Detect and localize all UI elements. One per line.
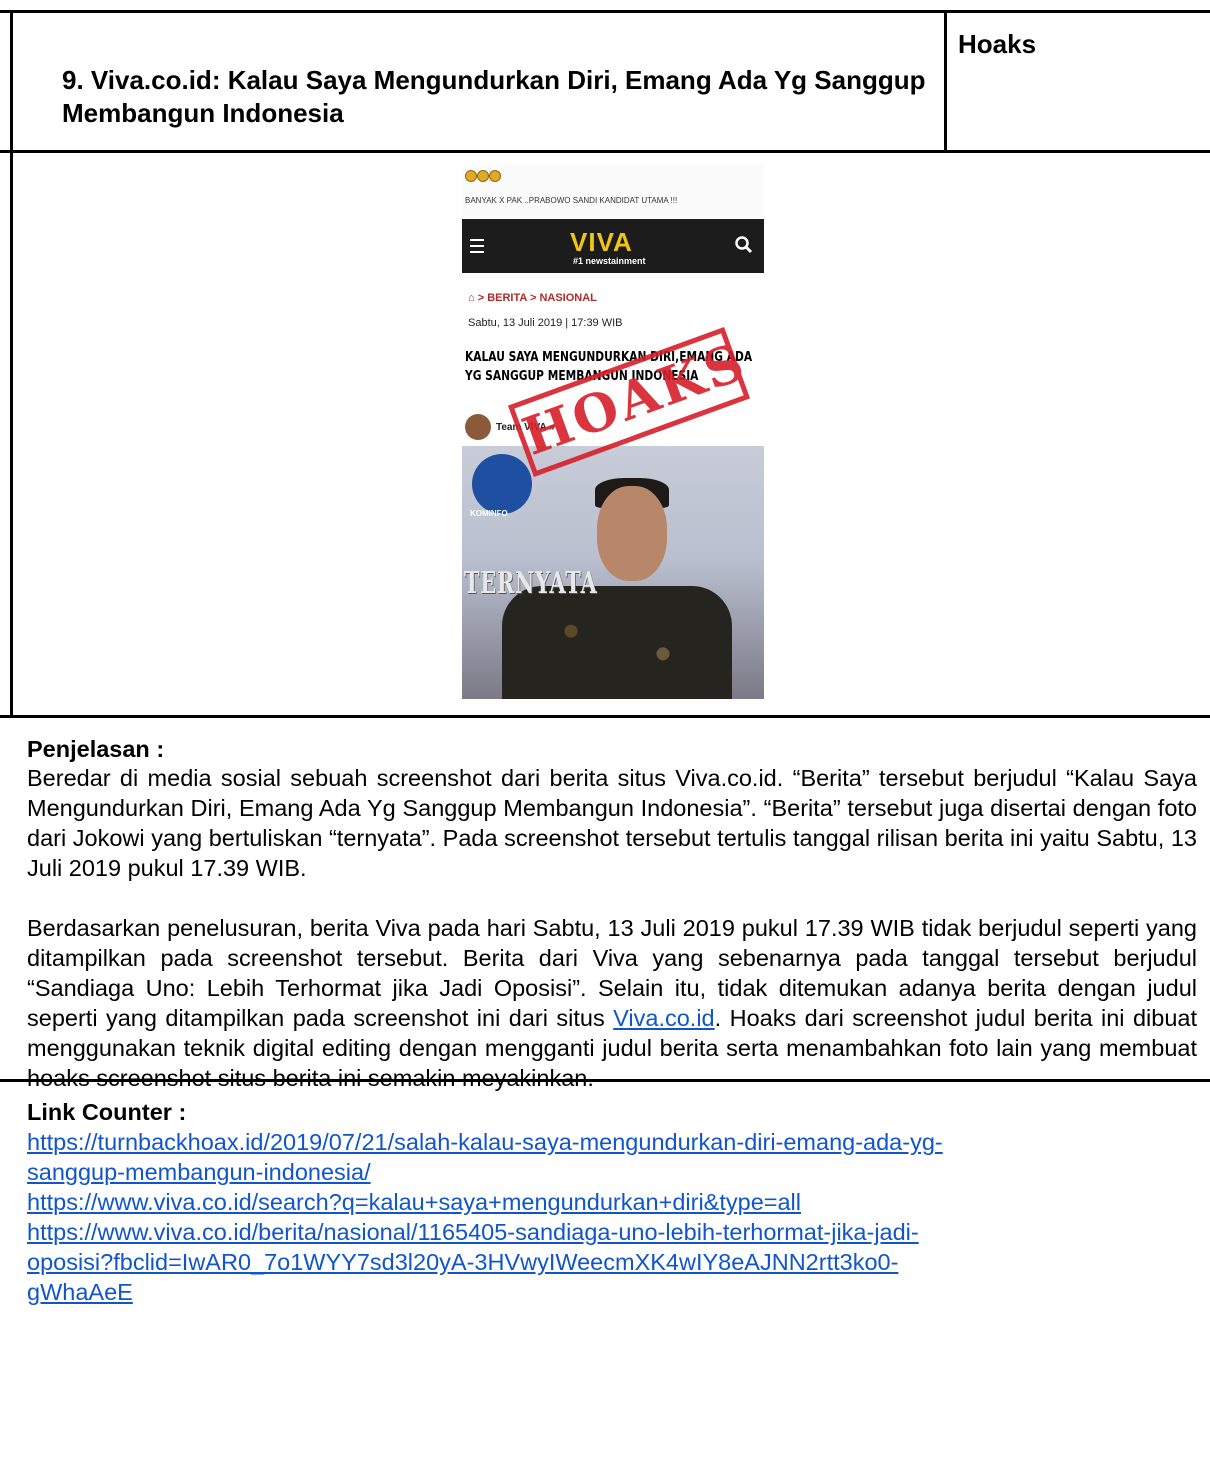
viva-navbar: VIVA #1 newstainment xyxy=(462,219,764,273)
status-label: Hoaks xyxy=(958,29,1037,59)
author-avatar xyxy=(465,414,491,440)
counter-link-viva-article[interactable]: https://www.viva.co.id/berita/nasional/1… xyxy=(27,1217,1197,1307)
table-divider-image xyxy=(0,715,1210,718)
link-line: https://turnbackhoax.id/2019/07/21/salah… xyxy=(27,1129,943,1155)
face xyxy=(597,486,667,581)
kominfo-logo-icon xyxy=(472,454,532,514)
post-caption: BANYAK X PAK ..PRABOWO SANDI KANDIDAT UT… xyxy=(465,196,678,205)
explanation-section: Penjelasan : Beredar di media sosial seb… xyxy=(27,734,1197,1093)
link-line: sanggup-membangun-indonesia/ xyxy=(27,1159,371,1185)
breadcrumb: ⌂ > BERITA > NASIONAL xyxy=(468,292,597,304)
breadcrumb-text: > BERITA > NASIONAL xyxy=(477,292,597,304)
hoax-screenshot: BANYAK X PAK ..PRABOWO SANDI KANDIDAT UT… xyxy=(462,164,764,699)
table-divider-status xyxy=(944,10,947,153)
table-border-left xyxy=(10,10,13,718)
link-line: gWhaAeE xyxy=(27,1279,133,1305)
social-post-header: BANYAK X PAK ..PRABOWO SANDI KANDIDAT UT… xyxy=(462,164,764,219)
counter-link-viva-search[interactable]: https://www.viva.co.id/search?q=kalau+sa… xyxy=(27,1187,1197,1217)
link-line: https://www.viva.co.id/search?q=kalau+sa… xyxy=(27,1189,801,1215)
photo-overlay-text: TERNYATA xyxy=(464,566,598,601)
counter-link-turnbackhoax[interactable]: https://turnbackhoax.id/2019/07/21/salah… xyxy=(27,1127,1197,1187)
table-border-top xyxy=(0,10,1210,13)
viva-link[interactable]: Viva.co.id xyxy=(613,1005,714,1031)
hamburger-menu-icon xyxy=(470,239,484,253)
article-date: Sabtu, 13 Juli 2019 | 17:39 WIB xyxy=(468,317,623,329)
explanation-paragraph-1: Beredar di media sosial sebuah screensho… xyxy=(27,765,1197,881)
emoji-icon xyxy=(477,170,489,182)
table-divider-header xyxy=(0,150,1210,153)
link-counter-heading: Link Counter : xyxy=(27,1099,187,1125)
explanation-paragraph-2: Berdasarkan penelusuran, berita Viva pad… xyxy=(27,913,1197,1093)
article-title: 9. Viva.co.id: Kalau Saya Mengundurkan D… xyxy=(62,65,926,128)
explanation-heading: Penjelasan : xyxy=(27,736,165,762)
home-icon: ⌂ xyxy=(468,292,475,304)
link-line: oposisi?fbclid=IwAR0_7o1WYY7sd3l20yA-3HV… xyxy=(27,1249,899,1275)
kominfo-watermark: KOMINFO xyxy=(470,509,508,518)
link-line: https://www.viva.co.id/berita/nasional/1… xyxy=(27,1219,919,1245)
viva-tagline: #1 newstainment xyxy=(573,256,646,266)
search-icon xyxy=(735,236,753,254)
link-counter-section: Link Counter : https://turnbackhoax.id/2… xyxy=(27,1097,1197,1307)
emoji-icon xyxy=(489,170,501,182)
batik-shirt xyxy=(502,586,732,699)
viva-logo: VIVA xyxy=(570,227,633,257)
emoji-icon xyxy=(465,170,477,182)
